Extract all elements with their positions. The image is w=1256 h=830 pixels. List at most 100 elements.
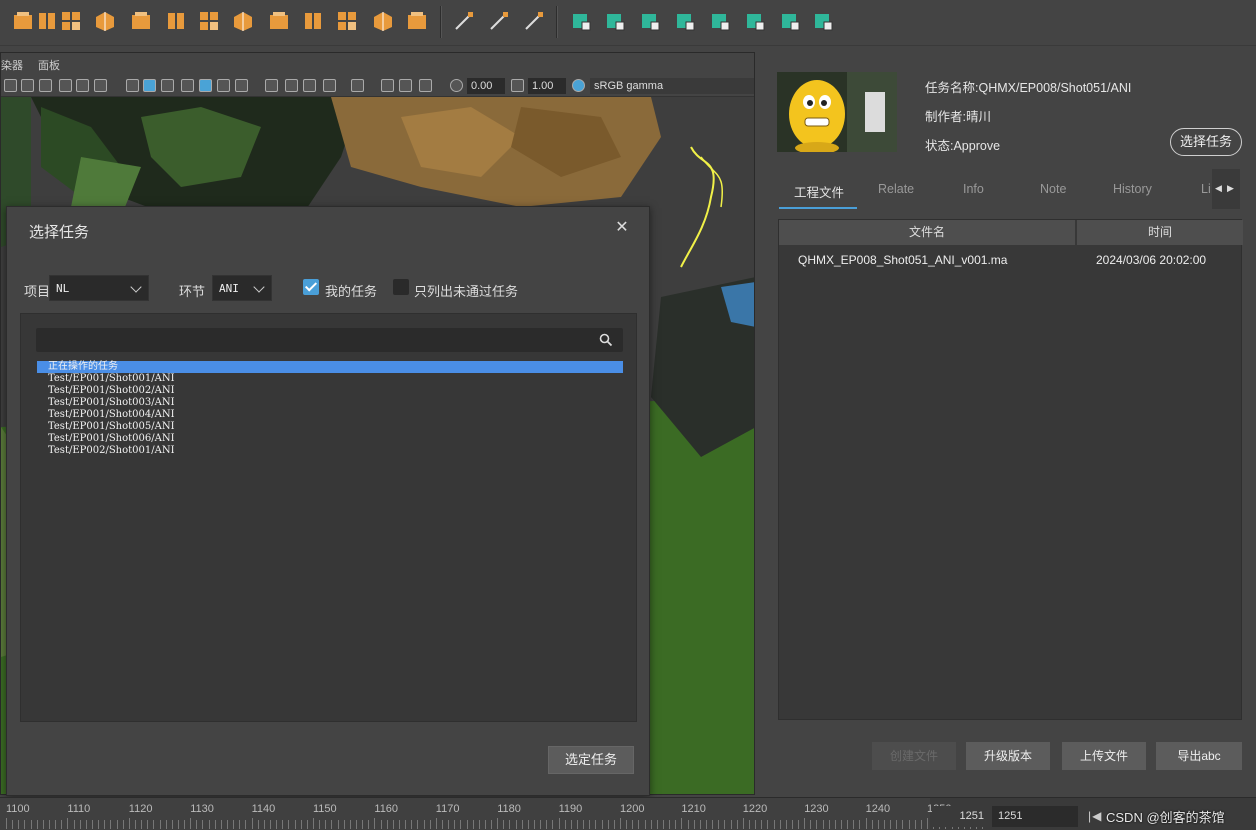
extrude-icon[interactable] [300, 8, 326, 34]
subdivide-icon[interactable] [370, 8, 396, 34]
motion-blur-icon[interactable] [285, 79, 298, 92]
tab-relate[interactable]: Relate [878, 182, 914, 196]
upload-file-button[interactable]: 上传文件 [1062, 742, 1146, 770]
poly-sphere-icon[interactable] [10, 8, 36, 34]
dof-icon[interactable] [323, 79, 336, 92]
combine-icon[interactable] [568, 8, 594, 34]
task-list-item[interactable]: Test/EP001/Shot003/ANI [37, 397, 623, 409]
gamma-field[interactable]: 1.00 [528, 78, 566, 94]
xray-active-icon[interactable] [419, 79, 432, 92]
sculpt-icon[interactable] [404, 8, 430, 34]
safe-title-icon[interactable] [76, 79, 89, 92]
exposure-icon[interactable] [450, 79, 463, 92]
checker-icon[interactable] [199, 79, 212, 92]
bridge-icon[interactable] [637, 8, 663, 34]
task-list-item[interactable]: Test/EP001/Shot004/ANI [37, 409, 623, 421]
tick-mark [110, 820, 112, 829]
paint-icon[interactable] [521, 8, 547, 34]
poly-box-icon[interactable] [196, 8, 222, 34]
xray-joints-icon[interactable] [399, 79, 412, 92]
color-space-select[interactable]: sRGB gamma [590, 78, 754, 94]
search-icon[interactable] [599, 333, 613, 347]
tick-mark [374, 818, 376, 829]
text-icon[interactable] [94, 79, 107, 92]
unpassed-only-checkbox[interactable] [393, 279, 409, 295]
choose-task-button[interactable]: 选择任务 [1170, 128, 1242, 156]
menu-panels[interactable]: 面板 [38, 57, 60, 73]
cut-icon[interactable] [810, 8, 836, 34]
tick-mark [577, 820, 579, 829]
poly-cone-icon[interactable] [128, 8, 154, 34]
menu-renderer[interactable]: 染器 [1, 57, 23, 73]
camera-icon[interactable] [4, 79, 17, 92]
xray-icon[interactable] [381, 79, 394, 92]
tab-project-files[interactable]: 工程文件 [794, 182, 844, 201]
upgrade-version-button[interactable]: 升级版本 [966, 742, 1050, 770]
column-filename[interactable]: 文件名 [779, 220, 1075, 245]
resolution-gate-icon[interactable] [39, 79, 52, 92]
film-gate-icon[interactable] [21, 79, 34, 92]
lattice-icon[interactable] [486, 8, 512, 34]
exposure-field[interactable]: 0.00 [467, 78, 505, 94]
wireframe-icon[interactable] [126, 79, 139, 92]
step-select[interactable]: ANI [212, 275, 272, 301]
task-list-item[interactable]: Test/EP002/Shot001/ANI [37, 445, 623, 457]
close-icon[interactable]: ✕ [613, 219, 631, 237]
poly-plane-icon[interactable] [163, 8, 189, 34]
tab-history[interactable]: History [1113, 182, 1152, 196]
export-abc-button[interactable]: 导出abc [1156, 742, 1242, 770]
poly-cube-grid-icon[interactable] [58, 8, 84, 34]
symmetry-icon[interactable] [777, 8, 803, 34]
aa-icon[interactable] [303, 79, 316, 92]
confirm-select-task-button[interactable]: 选定任务 [548, 746, 634, 774]
textured-icon[interactable] [181, 79, 194, 92]
bevel-icon[interactable] [334, 8, 360, 34]
flat-shade-icon[interactable] [161, 79, 174, 92]
task-list-item[interactable]: Test/EP001/Shot006/ANI [37, 433, 623, 445]
tick-mark [239, 820, 241, 829]
tab-note[interactable]: Note [1040, 182, 1066, 196]
mirror-icon[interactable] [672, 8, 698, 34]
color-management-icon[interactable] [572, 79, 585, 92]
task-list-item[interactable]: Test/EP001/Shot002/ANI [37, 385, 623, 397]
safe-action-icon[interactable] [59, 79, 72, 92]
isolate-select-icon[interactable] [351, 79, 364, 92]
tick-mark [227, 820, 229, 829]
tab-info[interactable]: Info [963, 182, 984, 196]
my-tasks-checkbox[interactable] [303, 279, 319, 295]
current-frame-field[interactable]: 1251 [932, 806, 988, 827]
tick-mark [411, 820, 413, 829]
end-frame-field[interactable]: 1251 [992, 806, 1078, 827]
go-to-start-icon[interactable]: |◀ [1088, 809, 1102, 823]
task-list-item[interactable]: 正在操作的任务 [37, 361, 623, 373]
poly-cubes-icon[interactable] [92, 8, 118, 34]
tick-mark [834, 820, 836, 829]
lights-icon[interactable] [217, 79, 230, 92]
poly-soccer-icon[interactable] [266, 8, 292, 34]
uv-layout-icon[interactable] [230, 8, 256, 34]
chevron-left-icon[interactable]: ◀ [1215, 183, 1222, 194]
tick-mark [785, 820, 787, 829]
timeline[interactable]: 1100 1110 1120 1130 1140 1150 1160 1170 1180 1190… [0, 797, 1256, 830]
task-list-item[interactable]: Test/EP001/Shot001/ANI [37, 373, 623, 385]
column-time[interactable]: 时间 [1077, 220, 1243, 245]
task-list-item[interactable]: Test/EP001/Shot005/ANI [37, 421, 623, 433]
draw-curve-icon[interactable] [451, 8, 477, 34]
poly-cylinder-icon[interactable] [34, 8, 60, 34]
chevron-right-icon[interactable]: ▶ [1227, 183, 1234, 194]
time-ruler[interactable]: 1100 1110 1120 1130 1140 1150 1160 1170 1180 1190… [0, 798, 984, 830]
tick-mark [755, 820, 757, 829]
shelf-separator [556, 6, 558, 38]
checker-icon[interactable] [742, 8, 768, 34]
ao-icon[interactable] [265, 79, 278, 92]
bend-icon[interactable] [707, 8, 733, 34]
separate-icon[interactable] [602, 8, 628, 34]
gamma-icon[interactable] [511, 79, 524, 92]
tab-li[interactable]: Li [1201, 182, 1211, 196]
tick-mark [515, 820, 517, 829]
search-input[interactable] [42, 331, 592, 349]
shadows-icon[interactable] [235, 79, 248, 92]
tick-label: 1120 [128, 803, 153, 815]
project-select[interactable]: NL [49, 275, 149, 301]
smooth-shade-icon[interactable] [143, 79, 156, 92]
